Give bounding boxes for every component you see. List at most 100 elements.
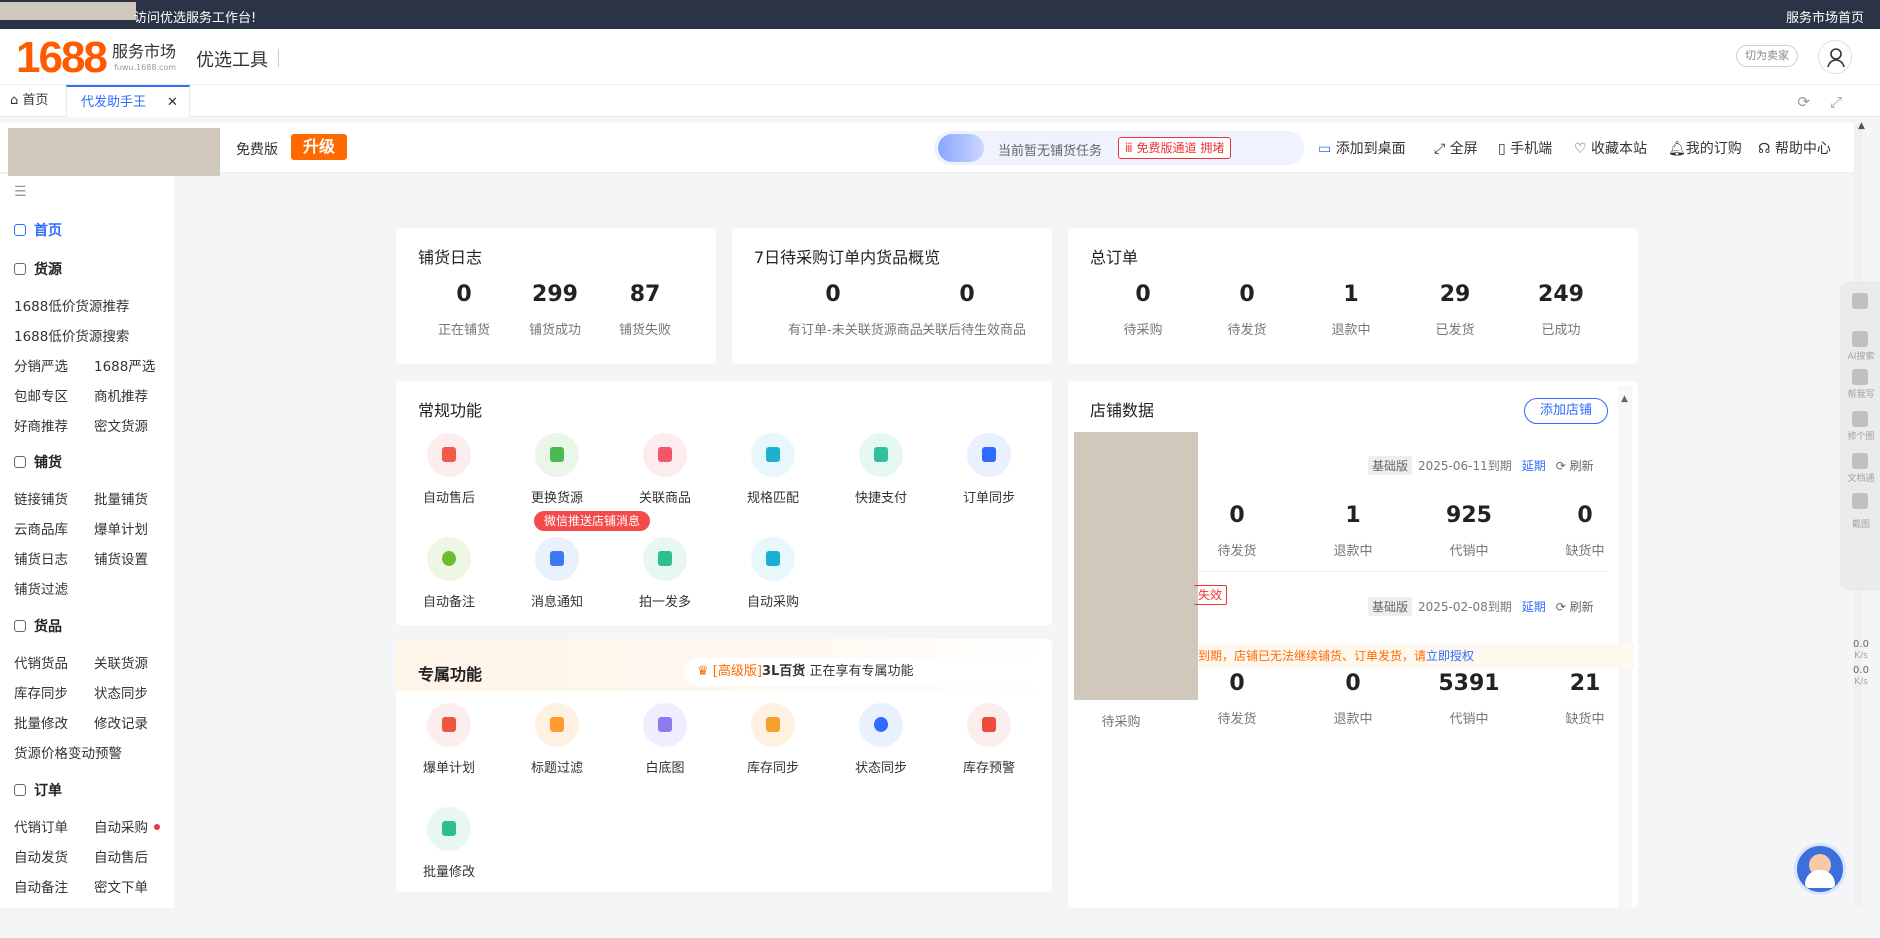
stat-item[interactable]: 249 已成功 [1516, 282, 1606, 338]
market-home-link[interactable]: 服务市场首页 [1786, 7, 1864, 26]
stat-item[interactable]: 1 退款中 [1308, 503, 1398, 559]
sidebar-item[interactable]: 爆单计划 [94, 518, 148, 538]
func-quick-pay[interactable]: 快捷支付 [831, 433, 931, 506]
mobile-link[interactable]: ▯ 手机端 [1498, 138, 1552, 158]
func-order-sync[interactable]: 订单同步 [939, 433, 1039, 506]
sidebar-item[interactable]: 批量修改 [14, 712, 68, 732]
favorite-link[interactable]: ♡ 收藏本站 [1574, 138, 1647, 158]
close-icon[interactable]: ✕ [167, 87, 178, 119]
add-to-desktop-link[interactable]: ▭ 添加到桌面 [1318, 138, 1406, 158]
func-title-filter[interactable]: 标题过滤 [507, 703, 607, 776]
sidebar-item[interactable]: 自动发货 [14, 846, 68, 866]
stat-label: 待采购 [1101, 715, 1141, 730]
func-message-notify[interactable]: 消息通知 [507, 537, 607, 610]
sidebar-item[interactable]: 链接铺货 [14, 488, 68, 508]
sidebar-item[interactable]: 好商推荐 [14, 415, 68, 435]
my-subscription-link[interactable]: 🔔︎我的订购 [1668, 138, 1742, 158]
func-link-product[interactable]: 关联商品 [615, 433, 715, 506]
func-auto-purchase[interactable]: 自动采购 [723, 537, 823, 610]
stat-item[interactable]: 925 代销中 [1424, 503, 1514, 559]
sidebar-item[interactable]: 1688严选 [94, 355, 155, 375]
write-icon[interactable] [1852, 369, 1868, 385]
sidebar-item-auto-purchase[interactable]: 自动采购 [94, 816, 160, 836]
switch-seller-button[interactable]: 切为卖家 [1736, 45, 1798, 67]
stat-item[interactable]: 21 缺货中 [1540, 671, 1630, 727]
authorize-link[interactable]: 立即授权 [1426, 649, 1474, 663]
sidebar-item-home[interactable]: 首页 [14, 220, 62, 240]
customer-service-avatar[interactable] [1794, 843, 1846, 895]
fullscreen-link[interactable]: ⤢ 全屏 [1434, 138, 1478, 158]
ai-search-icon[interactable] [1852, 331, 1868, 347]
sidebar-item[interactable]: 修改记录 [94, 712, 148, 732]
stat-item[interactable]: 0 待发货 [1202, 282, 1292, 338]
sidebar-item[interactable]: 关联货源 [94, 652, 148, 672]
stat-item[interactable]: 0 有订单-未关联货源商品 [788, 282, 923, 338]
func-status-sync[interactable]: 状态同步 [831, 703, 931, 776]
func-one-to-many[interactable]: 拍一发多 [615, 537, 715, 610]
sidebar-item[interactable]: 铺货日志 [14, 548, 68, 568]
scroll-up-icon[interactable]: ▲ [1621, 394, 1628, 404]
sidebar-item[interactable]: 状态同步 [94, 682, 148, 702]
collapse-menu-icon[interactable]: ☰ [14, 184, 27, 200]
func-stock-sync[interactable]: 库存同步 [723, 703, 823, 776]
stat-item[interactable]: 0 待发货 [1192, 671, 1282, 727]
scroll-up-icon[interactable]: ▲ [1858, 121, 1865, 131]
sidebar-item[interactable]: 1688低价货源推荐 [14, 295, 129, 315]
upgrade-button[interactable]: 升级 [291, 134, 347, 160]
fullscreen-icon[interactable]: ⤢ [1830, 93, 1862, 111]
sidebar-item[interactable]: 自动备注 [14, 876, 68, 896]
stat-item[interactable]: 1 退款中 [1306, 282, 1396, 338]
stat-item[interactable]: 待采购 [1076, 671, 1166, 730]
sidebar-item[interactable]: 密文货源 [94, 415, 148, 435]
user-icon[interactable] [1818, 40, 1852, 74]
extend-link[interactable]: 延期 [1522, 459, 1546, 473]
tab-daifa[interactable]: 代发助手王 ✕ [66, 85, 190, 117]
camera-icon[interactable] [1852, 493, 1868, 509]
stat-item[interactable]: 87 铺货失败 [600, 282, 690, 338]
extend-link[interactable]: 延期 [1522, 600, 1546, 614]
stat-item[interactable]: 29 已发货 [1410, 282, 1500, 338]
sidebar-item[interactable]: 铺货设置 [94, 548, 148, 568]
refresh-button[interactable]: ⟳ 刷新 [1556, 600, 1594, 614]
sidebar-item[interactable]: 自动售后 [94, 846, 148, 866]
stat-item[interactable]: 5391 代销中 [1424, 671, 1514, 727]
sidebar-item[interactable]: 1688低价货源搜索 [14, 325, 129, 345]
add-shop-button[interactable]: 添加店铺 [1524, 398, 1608, 424]
stat-item[interactable]: 0 待发货 [1192, 503, 1282, 559]
sidebar-item[interactable]: 云商品库 [14, 518, 68, 538]
func-hot-plan[interactable]: 爆单计划 [399, 703, 499, 776]
sidebar-item[interactable]: 商机推荐 [94, 385, 148, 405]
sidebar-item[interactable]: 分销严选 [14, 355, 68, 375]
sidebar-item[interactable]: 代销订单 [14, 816, 68, 836]
shield-icon[interactable] [1852, 293, 1868, 309]
stat-item[interactable]: 0 缺货中 [1540, 503, 1630, 559]
sidebar-item[interactable]: 包邮专区 [14, 385, 68, 405]
func-spec-match[interactable]: 规格匹配 [723, 433, 823, 506]
stat-item[interactable]: 0 正在铺货 [419, 282, 509, 338]
sidebar-item[interactable]: 铺货过滤 [14, 578, 68, 598]
tab-home[interactable]: ⌂ 首页 [10, 85, 48, 117]
stat-item[interactable]: 299 铺货成功 [510, 282, 600, 338]
logo[interactable]: 1688 [16, 33, 108, 83]
sidebar-item[interactable]: 代销货品 [14, 652, 68, 672]
refresh-icon[interactable]: ⟳ [1797, 93, 1830, 111]
stat-item[interactable]: 0 待采购 [1098, 282, 1188, 338]
func-batch-edit[interactable]: 批量修改 [399, 807, 499, 880]
photo-edit-icon[interactable] [1852, 411, 1868, 427]
stat-item[interactable]: 0 退款中 [1308, 671, 1398, 727]
refresh-button[interactable]: ⟳ 刷新 [1556, 459, 1594, 473]
wechat-push-tip[interactable]: 微信推送店铺消息 [534, 511, 651, 531]
stat-item[interactable]: 0 关联后待生效商品 [922, 282, 1026, 338]
channel-badge[interactable]: ⅲ 免费版通道 拥堵 [1118, 137, 1232, 159]
sidebar-item[interactable]: 密文下单 [94, 876, 148, 896]
func-stock-alert[interactable]: 库存预警 [939, 703, 1039, 776]
sidebar-item[interactable]: 货源价格变动预警 [14, 742, 122, 762]
func-auto-aftersale[interactable]: 自动售后 [399, 433, 499, 506]
document-icon[interactable] [1852, 453, 1868, 469]
help-center-link[interactable]: ☊ 帮助中心 [1758, 138, 1831, 158]
sidebar-item[interactable]: 库存同步 [14, 682, 68, 702]
func-white-bg[interactable]: 白底图 [615, 703, 715, 776]
sidebar-item[interactable]: 批量铺货 [94, 488, 148, 508]
func-change-source[interactable]: 更换货源 [507, 433, 607, 506]
func-auto-remark[interactable]: 自动备注 [399, 537, 499, 610]
